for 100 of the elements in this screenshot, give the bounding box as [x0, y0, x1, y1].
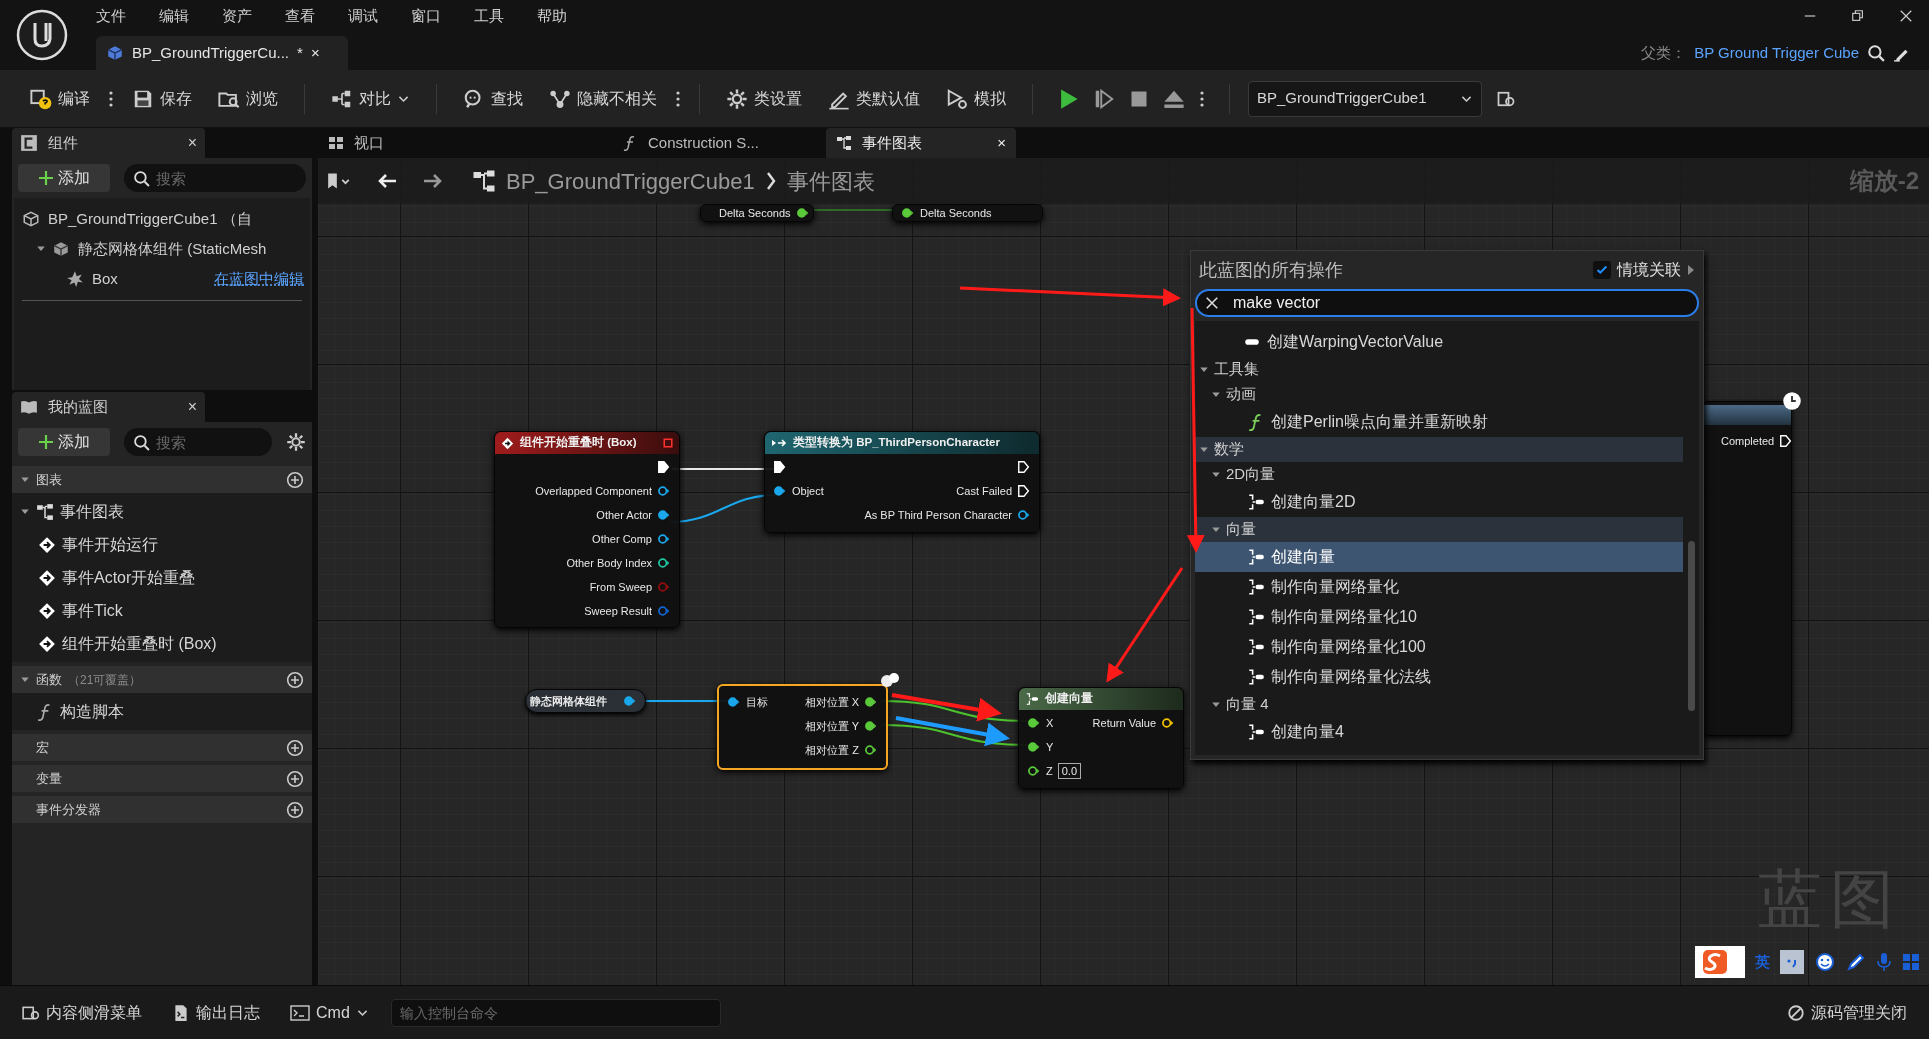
debug-object-select[interactable]: BP_GroundTriggerCube1: [1248, 80, 1482, 117]
panel-tab[interactable]: 我的蓝图 ×: [12, 392, 205, 422]
toolbar-button[interactable]: 隐藏不相关: [541, 80, 665, 117]
event-icon: [501, 436, 514, 450]
add-button[interactable]: 添加: [18, 428, 110, 456]
node-card[interactable]: Delta Seconds: [892, 204, 1043, 222]
menu-item[interactable]: 文件: [94, 4, 128, 28]
node-title: 组件开始重叠时 (Box): [520, 434, 637, 451]
tree-item[interactable]: BP_GroundTriggerCube1 （自: [22, 207, 252, 231]
menu-item[interactable]: 查看: [283, 4, 317, 28]
tree-item[interactable]: 事件Tick: [38, 598, 123, 623]
scrollbar-thumb[interactable]: [1688, 541, 1695, 711]
menu-item[interactable]: 创建向量4: [1195, 717, 1683, 747]
tree-item[interactable]: Box: [66, 267, 118, 291]
add-button[interactable]: 添加: [18, 164, 110, 192]
menu-category[interactable]: 数学: [1195, 437, 1683, 462]
section-header[interactable]: 函数 （21可覆盖）: [12, 666, 312, 693]
tab-title: BP_GroundTriggerCu...: [132, 42, 290, 63]
add-icon[interactable]: [286, 769, 304, 788]
menu-category[interactable]: 向量 4: [1195, 692, 1683, 717]
tree-item[interactable]: 事件图表: [36, 499, 124, 524]
tree-item[interactable]: 事件开始运行: [38, 532, 158, 557]
value-field[interactable]: 0.0: [1057, 763, 1082, 779]
graph-icon: [36, 502, 54, 521]
menu-category[interactable]: 动画: [1195, 382, 1683, 407]
toolbar-button[interactable]: 模拟: [938, 80, 1014, 117]
breadcrumb-item[interactable]: 事件图表: [786, 164, 875, 198]
close-button[interactable]: ×: [310, 41, 320, 65]
components-icon: [20, 134, 38, 152]
toolbar-button[interactable]: 保存: [124, 80, 200, 117]
book-icon: [20, 398, 38, 416]
grid-icon: [328, 135, 344, 151]
menu-item[interactable]: 帮助: [535, 4, 569, 28]
tree-item[interactable]: 事件Actor开始重叠: [38, 565, 196, 590]
close-button[interactable]: ×: [997, 131, 1006, 155]
document-tab[interactable]: BP_GroundTriggerCu... * ×: [96, 36, 348, 70]
blueprint-node[interactable]: 创建向量 X Return Value Y Z 0.0: [1018, 687, 1184, 789]
close-button[interactable]: ×: [187, 131, 197, 155]
menu-item[interactable]: 创建WarpingVectorValue: [1195, 327, 1683, 357]
section-header[interactable]: 变量: [12, 765, 312, 792]
tree-item[interactable]: 构造脚本: [36, 699, 124, 724]
graph-tab[interactable]: 事件图表 ×: [826, 128, 1016, 158]
make-struct-icon: [1247, 638, 1265, 656]
menu-category[interactable]: 向量: [1195, 517, 1683, 542]
section-header[interactable]: 宏: [12, 734, 312, 761]
panel-tab[interactable]: 组件 ×: [12, 128, 205, 158]
menu-item[interactable]: 制作向量网络量化100: [1195, 632, 1683, 662]
section-title: 事件分发器: [36, 800, 101, 819]
menu-item[interactable]: 制作向量网络量化10: [1195, 602, 1683, 632]
toolbar-button[interactable]: 编译: [22, 80, 98, 117]
menu-item[interactable]: 制作向量网络量化: [1195, 572, 1683, 602]
make-struct-icon: [1025, 692, 1039, 706]
close-button[interactable]: ×: [187, 395, 197, 419]
checkbox[interactable]: [1593, 261, 1611, 279]
status-bar-button[interactable]: 输出日志: [164, 995, 268, 1030]
menu-item[interactable]: 资产: [220, 4, 254, 28]
blueprint-node[interactable]: 组件开始重叠时 (Box) Overlapped Component Other Actor Other Comp Other Body Index From Sweep Sweep Result: [494, 431, 680, 628]
console-input[interactable]: 输入控制台命令: [390, 998, 721, 1027]
menu-item[interactable]: 编辑: [157, 4, 191, 28]
search-field[interactable]: 搜索: [124, 164, 306, 192]
toolbar-button[interactable]: 类设置: [718, 80, 810, 117]
menu-item[interactable]: 创建向量: [1195, 542, 1683, 572]
node-card[interactable]: Completed: [1702, 401, 1792, 736]
breadcrumb-item[interactable]: BP_GroundTriggerCube1: [506, 164, 755, 198]
menu-item[interactable]: 窗口: [409, 4, 443, 28]
toolbar-button[interactable]: 浏览: [210, 80, 286, 117]
menu-item[interactable]: 创建向量2D: [1195, 487, 1683, 517]
tree-item[interactable]: 静态网格体组件 (StaticMesh: [52, 237, 267, 261]
tree-item[interactable]: 组件开始重叠时 (Box): [38, 631, 217, 656]
menu-category[interactable]: 工具集: [1195, 357, 1683, 382]
blueprint-node[interactable]: 类型转换为 BP_ThirdPersonCharacter Object Cast Failed As BP Third Person Character: [764, 431, 1040, 533]
blueprint-node[interactable]: 目标 相对位置 X 相对位置 Y 相对位置 Z: [717, 684, 888, 770]
add-icon[interactable]: [286, 670, 304, 689]
graph-icon: [836, 135, 852, 151]
menu-item[interactable]: 工具: [472, 4, 506, 28]
zoom-label: 缩放-2: [1849, 166, 1920, 196]
node-card[interactable]: Delta Seconds: [700, 204, 814, 222]
toolbar-button[interactable]: 对比: [323, 80, 418, 117]
variable-node[interactable]: 静态网格体组件: [525, 689, 646, 713]
menu-category[interactable]: 2D向量: [1195, 462, 1683, 487]
menu-item[interactable]: 创建Perlin噪点向量并重新映射: [1195, 407, 1683, 437]
edit-in-blueprint-link[interactable]: 在蓝图中编辑: [214, 267, 304, 291]
console-mode-dropdown[interactable]: Cmd: [282, 995, 377, 1030]
toolbar-button[interactable]: 类默认值: [820, 80, 928, 117]
add-icon[interactable]: [286, 800, 304, 819]
source-control-button[interactable]: 源码管理关闭: [1779, 995, 1915, 1030]
parent-class-link[interactable]: BP Ground Trigger Cube: [1694, 41, 1859, 65]
event-icon: [38, 601, 56, 620]
section-header[interactable]: 图表: [12, 466, 312, 493]
menu-item[interactable]: 调试: [346, 4, 380, 28]
search-field[interactable]: make vector: [1195, 289, 1699, 317]
pin-label: Delta Seconds: [920, 205, 992, 221]
add-icon[interactable]: [286, 470, 304, 489]
node-title: 静态网格体组件: [530, 693, 607, 709]
menu-item[interactable]: 制作向量网络量化法线: [1195, 662, 1683, 692]
status-bar-button[interactable]: 内容侧滑菜单: [14, 995, 150, 1030]
toolbar-button[interactable]: 查找: [455, 80, 531, 117]
section-header[interactable]: 事件分发器: [12, 796, 312, 823]
search-field[interactable]: 搜索: [124, 428, 272, 456]
add-icon[interactable]: [286, 738, 304, 757]
